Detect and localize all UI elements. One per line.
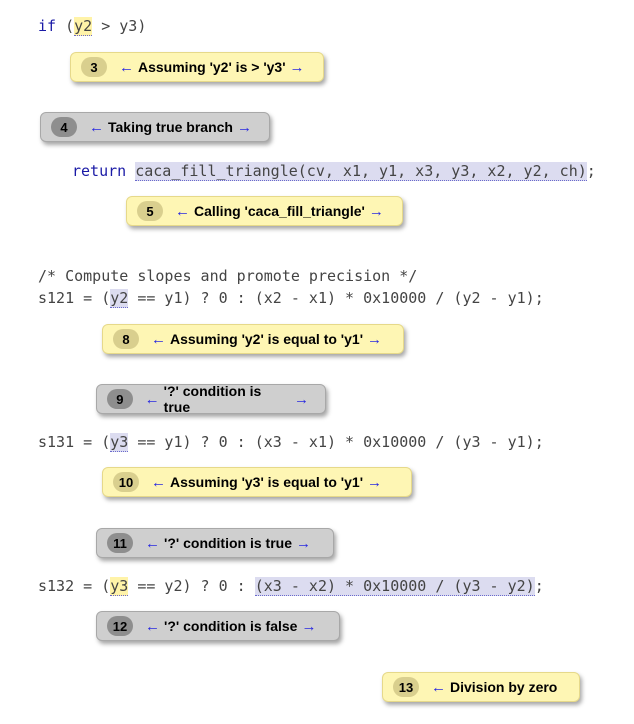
event-number: 8 <box>113 329 139 349</box>
code-line-s132: s132 = (y3 == y2) ? 0 : (x3 - x2) * 0x10… <box>38 576 544 596</box>
arrow-right-icon[interactable]: → <box>294 391 309 408</box>
event-11-bubble: 11 ← '?' condition is true → <box>96 528 334 558</box>
code-var-y3: y3 <box>110 577 129 596</box>
event-number: 9 <box>107 389 133 409</box>
event-9-bubble: 9 ← '?' condition is true → <box>96 383 326 415</box>
arrow-right-icon[interactable]: → <box>367 474 382 491</box>
event-message: '?' condition is true <box>164 535 292 551</box>
event-message: Calling 'caca_fill_triangle' <box>194 203 365 219</box>
code-text: ( <box>65 17 75 35</box>
event-message: Division by zero <box>450 679 558 695</box>
code-line-s131: s131 = (y3 == y1) ? 0 : (x3 - x1) * 0x10… <box>38 432 544 452</box>
code-var-y2: y2 <box>110 289 129 308</box>
code-line-return: return caca_fill_triangle(cv, x1, y1, x3… <box>72 161 596 181</box>
arrow-right-icon[interactable]: → <box>301 618 316 635</box>
code-text: > y3) <box>92 17 147 35</box>
code-return-keyword: return <box>72 162 127 180</box>
code-text: == y1) ? 0 : (x3 - x1) * 0x10000 / (y3 -… <box>128 433 544 451</box>
event-message: Assuming 'y2' is equal to 'y1' <box>170 331 364 347</box>
arrow-left-icon[interactable]: ← <box>431 679 446 696</box>
event-number: 11 <box>107 533 133 553</box>
code-text: == y1) ? 0 : (x2 - x1) * 0x10000 / (y2 -… <box>128 289 544 307</box>
event-number: 4 <box>51 117 77 137</box>
arrow-left-icon[interactable]: ← <box>145 391 160 408</box>
code-comment: /* Compute slopes and promote precision … <box>38 267 418 285</box>
event-12-bubble: 12 ← '?' condition is false → <box>96 611 340 641</box>
code-text: s131 = ( <box>38 433 111 451</box>
code-line-if: if (y2 > y3) <box>38 16 146 36</box>
arrow-right-icon[interactable]: → <box>296 535 311 552</box>
arrow-left-icon[interactable]: ← <box>145 535 160 552</box>
code-text: s132 = ( <box>38 577 111 595</box>
arrow-left-icon[interactable]: ← <box>145 618 160 635</box>
arrow-right-icon[interactable]: → <box>367 331 382 348</box>
event-13-bubble: 13 ← Division by zero <box>382 672 580 702</box>
code-text: s121 = ( <box>38 289 111 307</box>
code-line-s121: s121 = (y2 == y1) ? 0 : (x2 - x1) * 0x10… <box>38 288 544 308</box>
event-5-bubble: 5 ← Calling 'caca_fill_triangle' → <box>126 196 403 226</box>
code-if-keyword: if <box>38 17 57 35</box>
code-text: == y2) ? 0 : <box>128 577 255 595</box>
code-text: ; <box>534 577 544 595</box>
event-message: Assuming 'y3' is equal to 'y1' <box>170 474 364 490</box>
event-message: Taking true branch <box>108 119 233 135</box>
arrow-right-icon[interactable]: → <box>369 203 384 220</box>
arrow-left-icon[interactable]: ← <box>119 59 134 76</box>
code-call-caca-fill-triangle: caca_fill_triangle(cv, x1, y1, x3, y3, x… <box>135 162 587 181</box>
event-message: '?' condition is true <box>163 383 262 415</box>
event-message: Assuming 'y2' is > 'y3' <box>138 59 286 75</box>
event-number: 12 <box>107 616 133 636</box>
event-10-bubble: 10 ← Assuming 'y3' is equal to 'y1' → <box>102 467 412 497</box>
code-text: ; <box>586 162 596 180</box>
event-number: 10 <box>113 472 139 492</box>
event-number: 13 <box>393 677 419 697</box>
code-division-expression: (x3 - x2) * 0x10000 / (y3 - y2) <box>254 577 535 596</box>
event-8-bubble: 8 ← Assuming 'y2' is equal to 'y1' → <box>102 324 404 354</box>
event-message: '?' condition is false <box>164 618 298 634</box>
arrow-left-icon[interactable]: ← <box>151 331 166 348</box>
code-var-y3: y3 <box>110 433 129 452</box>
arrow-right-icon[interactable]: → <box>237 119 252 136</box>
event-4-bubble: 4 ← Taking true branch → <box>40 112 270 142</box>
code-var-y2: y2 <box>74 17 93 36</box>
arrow-left-icon[interactable]: ← <box>89 119 104 136</box>
event-3-bubble: 3 ← Assuming 'y2' is > 'y3' → <box>70 52 324 82</box>
event-number: 5 <box>137 201 163 221</box>
arrow-left-icon[interactable]: ← <box>175 203 190 220</box>
event-number: 3 <box>81 57 107 77</box>
arrow-left-icon[interactable]: ← <box>151 474 166 491</box>
arrow-right-icon[interactable]: → <box>290 59 305 76</box>
